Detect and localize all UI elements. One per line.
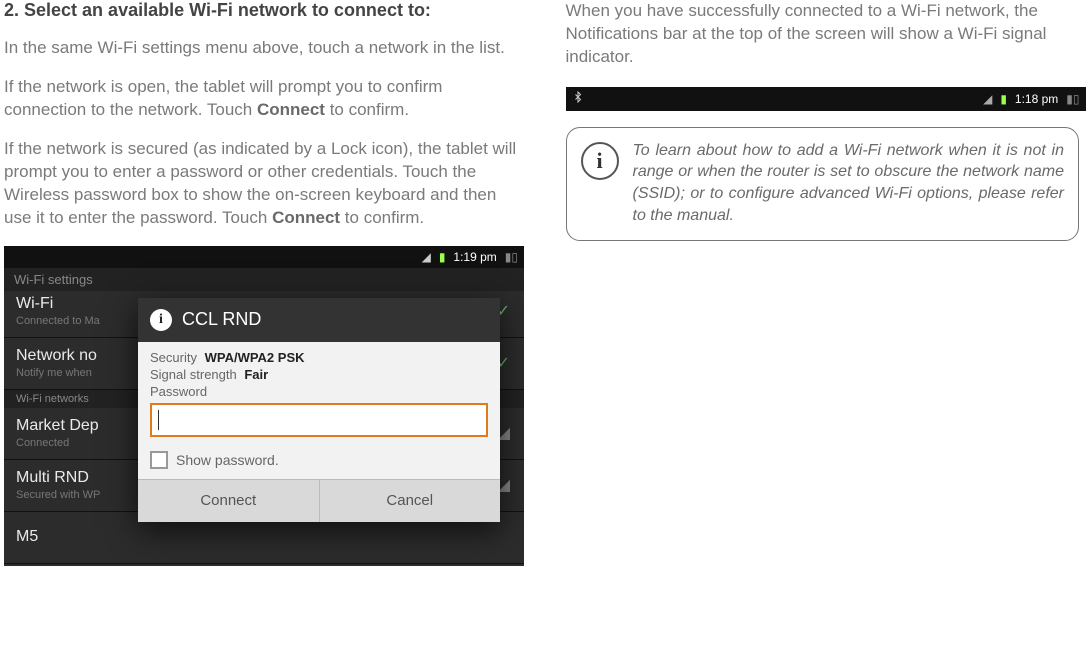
signal-icon: ▮▯ [1066,92,1079,106]
connect-keyword: Connect [272,208,340,227]
dialog-title: CCL RND [182,309,261,330]
battery-icon: ▮ [1000,92,1007,106]
show-password-label: Show password. [176,452,279,468]
security-row: Security WPA/WPA2 PSK [150,350,488,365]
info-icon: i [581,142,619,180]
note-text: To learn about how to add a Wi-Fi networ… [633,140,1065,226]
wifi-connect-dialog: i CCL RND Security WPA/WPA2 PSK Signal s… [138,298,500,522]
password-input[interactable] [150,403,488,437]
step-header: 2. Select an available Wi-Fi network to … [4,0,524,21]
connect-button[interactable]: Connect [138,480,319,522]
notification-bar-screenshot: ◢ ▮ 1:18 pm ▮▯ [566,87,1086,111]
security-label: Security [150,350,197,365]
security-value: WPA/WPA2 PSK [205,350,305,365]
status-time: 1:18 pm [1015,92,1058,106]
wifi-signal-icon: ◢ [983,92,992,106]
text: If the network is secured (as indicated … [4,139,516,227]
signal-icon: ▮▯ [505,250,518,264]
paragraph: If the network is secured (as indicated … [4,138,524,230]
cancel-button[interactable]: Cancel [319,480,501,522]
paragraph: If the network is open, the tablet will … [4,76,524,122]
dialog-header: i CCL RND [138,298,500,342]
connect-keyword: Connect [257,100,325,119]
signal-strength-label: Signal strength [150,367,237,382]
battery-icon: ▮ [439,250,446,264]
info-note: i To learn about how to add a Wi-Fi netw… [566,127,1080,241]
signal-strength-value: Fair [244,367,268,382]
show-password-checkbox[interactable] [150,451,168,469]
paragraph: When you have successfully connected to … [566,0,1080,69]
text: to confirm. [325,100,409,119]
info-icon: i [150,309,172,331]
text-cursor [158,410,159,430]
signal-strength-row: Signal strength Fair [150,367,488,382]
row-title: M5 [16,528,512,546]
status-time: 1:19 pm [453,250,496,264]
text: to confirm. [340,208,424,227]
paragraph: In the same Wi-Fi settings menu above, t… [4,37,524,60]
password-label: Password [150,384,488,399]
wifi-signal-icon: ◢ [422,250,431,264]
status-bar: ◢ ▮ 1:19 pm ▮▯ [4,246,524,268]
show-password-row[interactable]: Show password. [150,451,488,469]
bluetooth-icon [572,91,584,106]
wifi-settings-screenshot: ◢ ▮ 1:19 pm ▮▯ Wi-Fi settings Wi-Fi Conn… [4,246,524,566]
